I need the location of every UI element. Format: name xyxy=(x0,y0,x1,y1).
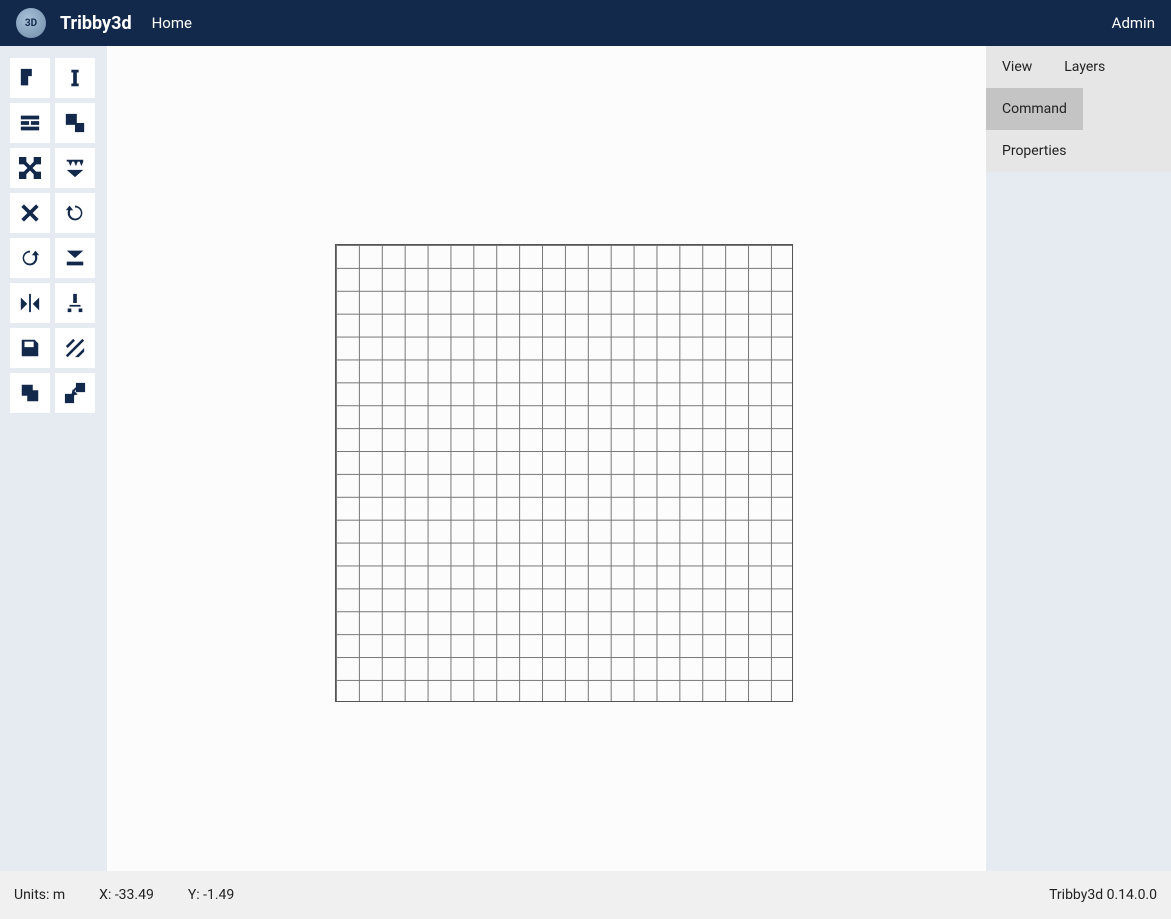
left-toolbar xyxy=(0,46,107,871)
drawing-grid xyxy=(335,244,793,702)
right-panel: View Layers Command Properties xyxy=(986,46,1171,871)
save-icon xyxy=(19,337,41,359)
delete-tool[interactable] xyxy=(10,193,50,233)
app-logo-icon: 3D xyxy=(16,8,46,38)
brand-title: Tribby3d xyxy=(60,13,132,34)
canvas-viewport[interactable] xyxy=(107,46,986,871)
undo-tool[interactable] xyxy=(55,193,95,233)
redo-tool[interactable] xyxy=(10,238,50,278)
copy-icon xyxy=(19,382,41,404)
mirror-icon xyxy=(19,292,41,314)
top-bar: 3D Tribby3d Home Admin xyxy=(0,0,1171,46)
nav-home[interactable]: Home xyxy=(152,14,192,32)
undo-icon xyxy=(64,202,86,224)
tab-layers[interactable]: Layers xyxy=(1048,46,1121,88)
status-version: Tribby3d 0.14.0.0 xyxy=(1049,887,1157,903)
load-line-tool[interactable] xyxy=(55,238,95,278)
slab-icon xyxy=(19,67,41,89)
support-tool[interactable] xyxy=(55,283,95,323)
opening-tool[interactable] xyxy=(55,103,95,143)
panel-tabs-row-2: Command Properties xyxy=(986,88,1171,172)
tab-properties[interactable]: Properties xyxy=(986,130,1082,172)
hatch-icon xyxy=(64,337,86,359)
load-uniform-icon xyxy=(64,157,86,179)
mirror-tool[interactable] xyxy=(10,283,50,323)
nav-admin[interactable]: Admin xyxy=(1112,14,1155,32)
tab-command[interactable]: Command xyxy=(986,88,1083,130)
redo-icon xyxy=(19,247,41,269)
panel-tabs-row-1: View Layers xyxy=(986,46,1171,88)
move-tool[interactable] xyxy=(55,373,95,413)
panel-body xyxy=(986,172,1171,871)
trim-tool[interactable] xyxy=(10,148,50,188)
support-icon xyxy=(64,292,86,314)
close-icon xyxy=(19,202,41,224)
wall-icon xyxy=(19,112,41,134)
load-uniform-tool[interactable] xyxy=(55,148,95,188)
save-tool[interactable] xyxy=(10,328,50,368)
copy-tool[interactable] xyxy=(10,373,50,413)
status-units: Units: m xyxy=(14,887,65,903)
hatch-tool[interactable] xyxy=(55,328,95,368)
status-bar: Units: m X: -33.49 Y: -1.49 Tribby3d 0.1… xyxy=(0,871,1171,919)
trim-icon xyxy=(19,157,41,179)
slab-tool[interactable] xyxy=(10,58,50,98)
tab-view[interactable]: View xyxy=(986,46,1048,88)
wall-tool[interactable] xyxy=(10,103,50,143)
move-icon xyxy=(64,382,86,404)
status-x: X: -33.49 xyxy=(99,887,154,903)
opening-icon xyxy=(64,112,86,134)
column-icon xyxy=(64,67,86,89)
status-y: Y: -1.49 xyxy=(188,887,234,903)
column-tool[interactable] xyxy=(55,58,95,98)
main-area: View Layers Command Properties xyxy=(0,46,1171,871)
load-line-icon xyxy=(64,247,86,269)
